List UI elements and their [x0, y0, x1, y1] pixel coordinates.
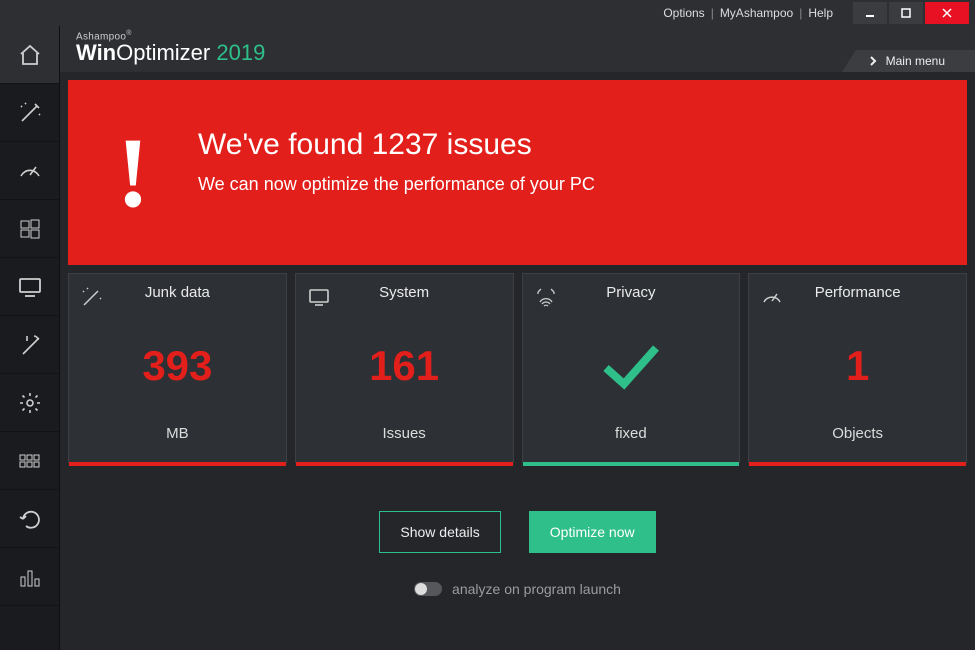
main-panel: Ashampoo® WinOptimizer 2019 Main menu ! …: [60, 26, 975, 650]
card-unit: Objects: [832, 425, 883, 462]
main-menu-button[interactable]: Main menu: [856, 50, 975, 72]
optimize-now-button[interactable]: Optimize now: [529, 511, 656, 553]
status-bar: [523, 462, 740, 466]
alert-icon: !: [68, 80, 198, 265]
sidebar-item-windows[interactable]: [0, 200, 59, 258]
card-value: 161: [369, 342, 439, 390]
card-title: Performance: [815, 284, 901, 301]
card-performance[interactable]: Performance 1 Objects: [748, 273, 967, 463]
card-value: 393: [142, 342, 212, 390]
options-link[interactable]: Options: [663, 6, 704, 20]
hero-banner: ! We've found 1237 issues We can now opt…: [68, 80, 967, 265]
minimize-button[interactable]: [853, 2, 887, 24]
undo-icon: [18, 507, 42, 531]
card-title: Privacy: [606, 284, 655, 301]
sidebar-item-settings[interactable]: [0, 374, 59, 432]
maximize-button[interactable]: [889, 2, 923, 24]
hero-headline: We've found 1237 issues: [198, 128, 595, 162]
gauge-icon: [761, 286, 783, 313]
titlebar: Options | MyAshampoo | Help: [0, 0, 975, 26]
window-buttons: [851, 2, 969, 24]
monitor-icon: [17, 274, 43, 300]
action-buttons: Show details Optimize now: [60, 511, 975, 553]
status-bar: [296, 462, 513, 466]
monitor-icon: [308, 286, 330, 313]
sidebar-item-home[interactable]: [0, 26, 59, 84]
checkmark-icon: [596, 307, 666, 425]
close-button[interactable]: [925, 2, 969, 24]
card-unit: MB: [166, 425, 189, 462]
card-junk-data[interactable]: Junk data 393 MB: [68, 273, 287, 463]
header: Ashampoo® WinOptimizer 2019 Main menu: [60, 26, 975, 72]
status-bar: [69, 462, 286, 466]
sidebar-item-clean[interactable]: [0, 84, 59, 142]
titlebar-links: Options | MyAshampoo | Help: [663, 6, 833, 20]
card-privacy[interactable]: Privacy fixed: [522, 273, 741, 463]
card-system[interactable]: System 161 Issues: [295, 273, 514, 463]
sidebar: [0, 26, 60, 650]
magic-wand-icon: [17, 100, 43, 126]
chevron-right-icon: [868, 56, 878, 66]
sidebar-item-stats[interactable]: [0, 548, 59, 606]
main-menu-label: Main menu: [886, 54, 945, 68]
card-title: System: [379, 284, 429, 301]
card-title: Junk data: [145, 284, 210, 301]
sidebar-item-restore[interactable]: [0, 490, 59, 548]
sidebar-item-monitor[interactable]: [0, 258, 59, 316]
status-bar: [749, 462, 966, 466]
magic-wand-icon: [81, 286, 103, 313]
grid-icon: [18, 449, 42, 473]
gear-icon: [18, 391, 42, 415]
card-unit: Issues: [382, 425, 425, 462]
card-unit: fixed: [615, 425, 647, 462]
tools-icon: [18, 333, 42, 357]
brand-product: WinOptimizer 2019: [76, 42, 265, 64]
cards-row: Junk data 393 MB System 161 Issues Priva…: [60, 265, 975, 471]
analyze-toggle[interactable]: [414, 582, 442, 596]
brand: Ashampoo® WinOptimizer 2019: [60, 26, 265, 64]
home-icon: [18, 43, 42, 67]
myashampoo-link[interactable]: MyAshampoo: [720, 6, 793, 20]
separator: |: [799, 6, 802, 20]
help-link[interactable]: Help: [808, 6, 833, 20]
windows-icon: [19, 218, 41, 240]
analyze-toggle-row: analyze on program launch: [60, 581, 975, 597]
sidebar-item-modules[interactable]: [0, 432, 59, 490]
show-details-button[interactable]: Show details: [379, 511, 500, 553]
card-value: 1: [846, 342, 869, 390]
hero-subline: We can now optimize the performance of y…: [198, 174, 595, 195]
gauge-icon: [17, 158, 43, 184]
sidebar-item-performance[interactable]: [0, 142, 59, 200]
sidebar-item-tools[interactable]: [0, 316, 59, 374]
analyze-toggle-label: analyze on program launch: [452, 581, 621, 597]
fingerprint-icon: [535, 286, 557, 313]
separator: |: [711, 6, 714, 20]
bar-chart-icon: [18, 565, 42, 589]
